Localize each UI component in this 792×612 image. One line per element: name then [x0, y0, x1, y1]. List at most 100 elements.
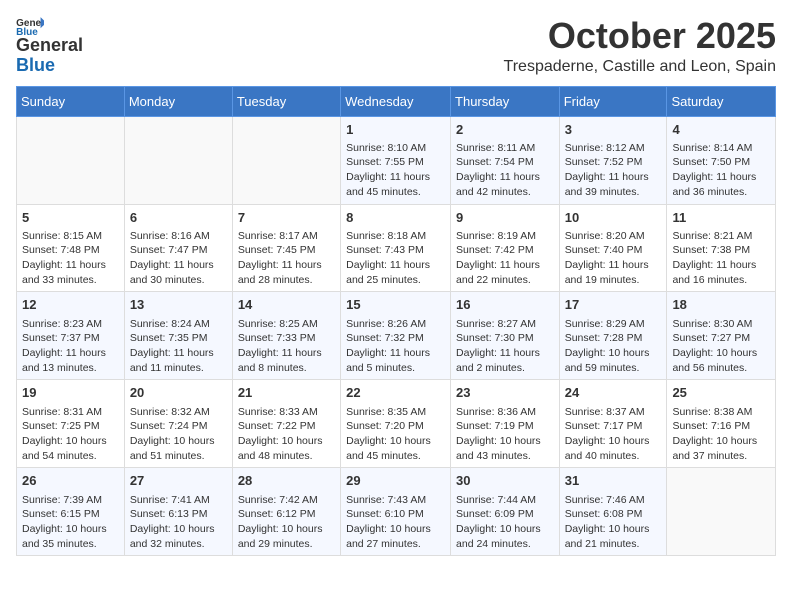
- day-number: 5: [22, 209, 119, 227]
- day-info: Sunrise: 8:21 AM Sunset: 7:38 PM Dayligh…: [672, 229, 770, 288]
- table-row: 2 Sunrise: 8:11 AM Sunset: 7:54 PM Daylig…: [451, 116, 560, 204]
- day-info: Sunrise: 8:32 AM Sunset: 7:24 PM Dayligh…: [130, 405, 227, 464]
- day-info: Sunrise: 8:11 AM Sunset: 7:54 PM Dayligh…: [456, 141, 554, 200]
- day-info: Sunrise: 7:43 AM Sunset: 6:10 PM Dayligh…: [346, 493, 445, 552]
- day-info: Sunrise: 8:30 AM Sunset: 7:27 PM Dayligh…: [672, 317, 770, 376]
- day-number: 17: [565, 296, 662, 314]
- table-row: [124, 116, 232, 204]
- day-info: Sunrise: 8:31 AM Sunset: 7:25 PM Dayligh…: [22, 405, 119, 464]
- day-number: 11: [672, 209, 770, 227]
- title-area: October 2025 Trespaderne, Castille and L…: [504, 16, 776, 76]
- day-info: Sunrise: 8:20 AM Sunset: 7:40 PM Dayligh…: [565, 229, 662, 288]
- day-number: 8: [346, 209, 445, 227]
- table-row: 22 Sunrise: 8:35 AM Sunset: 7:20 PM Dayli…: [341, 380, 451, 468]
- col-friday: Friday: [559, 86, 667, 116]
- logo-blue-text: Blue: [16, 56, 83, 76]
- calendar-week-row: 19 Sunrise: 8:31 AM Sunset: 7:25 PM Dayli…: [17, 380, 776, 468]
- day-info: Sunrise: 7:46 AM Sunset: 6:08 PM Dayligh…: [565, 493, 662, 552]
- day-info: Sunrise: 8:29 AM Sunset: 7:28 PM Dayligh…: [565, 317, 662, 376]
- table-row: 23Sunrise: 8:36 AM Sunset: 7:19 PM Dayli…: [451, 380, 560, 468]
- col-sunday: Sunday: [17, 86, 125, 116]
- day-number: 18: [672, 296, 770, 314]
- table-row: 13 Sunrise: 8:24 AM Sunset: 7:35 PM Dayli…: [124, 292, 232, 380]
- calendar-week-row: 26 Sunrise: 7:39 AM Sunset: 6:15 PM Dayli…: [17, 468, 776, 556]
- day-info: Sunrise: 7:42 AM Sunset: 6:12 PM Dayligh…: [238, 493, 335, 552]
- day-info: Sunrise: 8:14 AM Sunset: 7:50 PM Dayligh…: [672, 141, 770, 200]
- calendar-table: Sunday Monday Tuesday Wednesday Thursday…: [16, 86, 776, 557]
- day-info: Sunrise: 8:35 AM Sunset: 7:20 PM Dayligh…: [346, 405, 445, 464]
- table-row: 8 Sunrise: 8:18 AM Sunset: 7:43 PM Daylig…: [341, 204, 451, 292]
- col-tuesday: Tuesday: [232, 86, 340, 116]
- table-row: 14Sunrise: 8:25 AM Sunset: 7:33 PM Dayli…: [232, 292, 340, 380]
- table-row: 28 Sunrise: 7:42 AM Sunset: 6:12 PM Dayli…: [232, 468, 340, 556]
- table-row: 11 Sunrise: 8:21 AM Sunset: 7:38 PM Dayli…: [667, 204, 776, 292]
- day-info: Sunrise: 7:39 AM Sunset: 6:15 PM Dayligh…: [22, 493, 119, 552]
- col-wednesday: Wednesday: [341, 86, 451, 116]
- day-number: 9: [456, 209, 554, 227]
- table-row: 26 Sunrise: 7:39 AM Sunset: 6:15 PM Dayli…: [17, 468, 125, 556]
- calendar-header-row: Sunday Monday Tuesday Wednesday Thursday…: [17, 86, 776, 116]
- day-number: 2: [456, 121, 554, 139]
- day-info: Sunrise: 8:37 AM Sunset: 7:17 PM Dayligh…: [565, 405, 662, 464]
- col-saturday: Saturday: [667, 86, 776, 116]
- day-number: 29: [346, 472, 445, 490]
- table-row: [667, 468, 776, 556]
- table-row: 10 Sunrise: 8:20 AM Sunset: 7:40 PM Dayli…: [559, 204, 667, 292]
- day-info: Sunrise: 7:41 AM Sunset: 6:13 PM Dayligh…: [130, 493, 227, 552]
- day-info: Sunrise: 8:10 AM Sunset: 7:55 PM Dayligh…: [346, 141, 445, 200]
- table-row: 4Sunrise: 8:14 AM Sunset: 7:50 PM Daylig…: [667, 116, 776, 204]
- day-number: 21: [238, 384, 335, 402]
- table-row: 18 Sunrise: 8:30 AM Sunset: 7:27 PM Dayli…: [667, 292, 776, 380]
- table-row: 5 Sunrise: 8:15 AM Sunset: 7:48 PM Daylig…: [17, 204, 125, 292]
- table-row: 31 Sunrise: 7:46 AM Sunset: 6:08 PM Dayli…: [559, 468, 667, 556]
- day-info: Sunrise: 8:15 AM Sunset: 7:48 PM Dayligh…: [22, 229, 119, 288]
- table-row: 16Sunrise: 8:27 AM Sunset: 7:30 PM Dayli…: [451, 292, 560, 380]
- day-number: 26: [22, 472, 119, 490]
- calendar-week-row: 5 Sunrise: 8:15 AM Sunset: 7:48 PM Daylig…: [17, 204, 776, 292]
- generalblue-logo-icon: General Blue: [16, 16, 44, 36]
- col-monday: Monday: [124, 86, 232, 116]
- table-row: 1 Sunrise: 8:10 AM Sunset: 7:55 PM Daylig…: [341, 116, 451, 204]
- day-info: Sunrise: 8:33 AM Sunset: 7:22 PM Dayligh…: [238, 405, 335, 464]
- day-number: 28: [238, 472, 335, 490]
- calendar-week-row: 1 Sunrise: 8:10 AM Sunset: 7:55 PM Daylig…: [17, 116, 776, 204]
- page-header: General Blue General Blue October 2025 T…: [16, 16, 776, 76]
- month-title: October 2025: [504, 16, 776, 56]
- table-row: 3Sunrise: 8:12 AM Sunset: 7:52 PM Daylig…: [559, 116, 667, 204]
- table-row: 29 Sunrise: 7:43 AM Sunset: 6:10 PM Dayli…: [341, 468, 451, 556]
- table-row: [232, 116, 340, 204]
- table-row: 6 Sunrise: 8:16 AM Sunset: 7:47 PM Daylig…: [124, 204, 232, 292]
- table-row: 20Sunrise: 8:32 AM Sunset: 7:24 PM Dayli…: [124, 380, 232, 468]
- day-info: Sunrise: 8:17 AM Sunset: 7:45 PM Dayligh…: [238, 229, 335, 288]
- day-number: 10: [565, 209, 662, 227]
- day-number: 23: [456, 384, 554, 402]
- day-number: 30: [456, 472, 554, 490]
- day-number: 19: [22, 384, 119, 402]
- day-info: Sunrise: 8:25 AM Sunset: 7:33 PM Dayligh…: [238, 317, 335, 376]
- table-row: 7 Sunrise: 8:17 AM Sunset: 7:45 PM Daylig…: [232, 204, 340, 292]
- day-info: Sunrise: 8:24 AM Sunset: 7:35 PM Dayligh…: [130, 317, 227, 376]
- day-info: Sunrise: 8:12 AM Sunset: 7:52 PM Dayligh…: [565, 141, 662, 200]
- day-info: Sunrise: 8:16 AM Sunset: 7:47 PM Dayligh…: [130, 229, 227, 288]
- table-row: 30Sunrise: 7:44 AM Sunset: 6:09 PM Dayli…: [451, 468, 560, 556]
- day-info: Sunrise: 8:19 AM Sunset: 7:42 PM Dayligh…: [456, 229, 554, 288]
- table-row: 24Sunrise: 8:37 AM Sunset: 7:17 PM Dayli…: [559, 380, 667, 468]
- table-row: [17, 116, 125, 204]
- table-row: 12Sunrise: 8:23 AM Sunset: 7:37 PM Dayli…: [17, 292, 125, 380]
- day-info: Sunrise: 8:38 AM Sunset: 7:16 PM Dayligh…: [672, 405, 770, 464]
- day-info: Sunrise: 8:18 AM Sunset: 7:43 PM Dayligh…: [346, 229, 445, 288]
- table-row: 27Sunrise: 7:41 AM Sunset: 6:13 PM Dayli…: [124, 468, 232, 556]
- logo-general-text: General: [16, 36, 83, 56]
- day-number: 13: [130, 296, 227, 314]
- day-number: 1: [346, 121, 445, 139]
- day-number: 31: [565, 472, 662, 490]
- day-number: 22: [346, 384, 445, 402]
- day-number: 12: [22, 296, 119, 314]
- day-number: 6: [130, 209, 227, 227]
- day-number: 25: [672, 384, 770, 402]
- calendar-week-row: 12Sunrise: 8:23 AM Sunset: 7:37 PM Dayli…: [17, 292, 776, 380]
- table-row: 9 Sunrise: 8:19 AM Sunset: 7:42 PM Daylig…: [451, 204, 560, 292]
- day-number: 15: [346, 296, 445, 314]
- day-info: Sunrise: 8:26 AM Sunset: 7:32 PM Dayligh…: [346, 317, 445, 376]
- day-number: 7: [238, 209, 335, 227]
